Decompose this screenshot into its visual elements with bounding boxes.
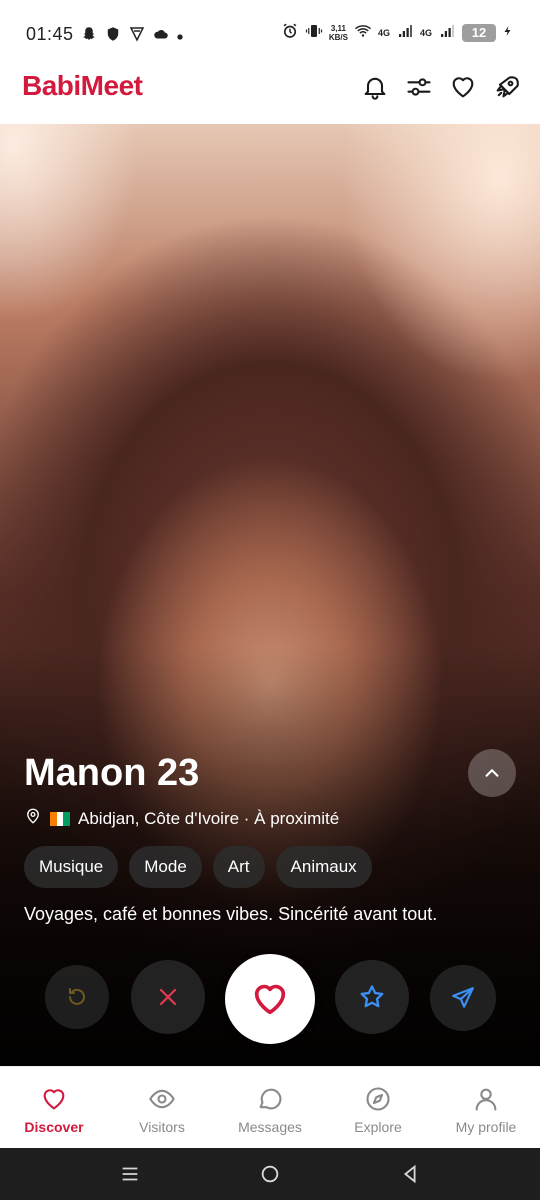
bottom-navigation: Discover Visitors Messages Explore My pr… (0, 1066, 540, 1148)
app-logo: BabiMeet (22, 70, 143, 101)
tag-chip[interactable]: Mode (129, 846, 202, 888)
location-pin-icon (24, 807, 42, 830)
user-icon (475, 1088, 497, 1111)
recent-apps-button[interactable] (110, 1154, 150, 1194)
nav-explore[interactable]: Explore (324, 1067, 432, 1148)
network-type-1: 4G (377, 27, 390, 38)
cloud-icon (152, 25, 170, 48)
status-time: 01:45 (26, 24, 74, 44)
star-icon (360, 985, 384, 1008)
photo-highlight (0, 124, 140, 324)
cote-divoire-flag-icon (50, 811, 71, 826)
network-speed-value: 3,11 (330, 23, 346, 33)
chat-bubble-icon (259, 1088, 282, 1110)
wifi-icon (354, 22, 372, 43)
profile-bio: Voyages, café et bonnes vibes. Sincérité… (24, 904, 438, 924)
nav-label: My profile (455, 1119, 517, 1135)
send-message-button[interactable] (430, 965, 496, 1031)
back-triangle-icon (403, 1164, 416, 1184)
location-text: Abidjan, Côte d'Ivoire · À proximité (78, 808, 340, 828)
dot-icon (176, 28, 184, 46)
nav-my-profile[interactable]: My profile (432, 1067, 540, 1148)
sliders-icon[interactable] (404, 72, 434, 102)
nav-label: Messages (238, 1119, 302, 1135)
photo-highlight (340, 124, 540, 384)
status-notification-icons (80, 25, 184, 48)
bell-icon[interactable] (360, 72, 390, 102)
rocket-icon[interactable] (492, 72, 522, 102)
profile-name-age: Manon 23 (24, 752, 200, 794)
app-header: BabiMeet (0, 64, 540, 124)
menu-icon (122, 1167, 138, 1181)
battery-level: 12 (471, 25, 487, 40)
nav-messages[interactable]: Messages (216, 1067, 324, 1148)
tag-chip[interactable]: Musique (24, 846, 119, 888)
chevron-up-icon (485, 769, 499, 777)
interest-tags: Musique Mode Art Animaux (24, 846, 372, 888)
network-speed: 3,11 KB/S (329, 24, 348, 42)
nav-label: Discover (24, 1119, 84, 1135)
battery-icon: 12 (462, 23, 496, 42)
home-circle-icon (261, 1165, 279, 1183)
like-button[interactable] (225, 954, 315, 1044)
tag-chip[interactable]: Art (212, 846, 265, 888)
signal-icon (438, 22, 456, 43)
heart-icon[interactable] (448, 72, 478, 102)
network-speed-unit: KB/S (328, 32, 348, 42)
status-bar: 01:45 3,11 KB/S 4G 4G 12 (0, 0, 540, 64)
vpn-icon (128, 25, 146, 48)
expand-profile-button[interactable] (468, 749, 516, 797)
signal-icon (396, 22, 414, 43)
network-type-2: 4G (419, 27, 432, 38)
nav-visitors[interactable]: Visitors (108, 1067, 216, 1148)
heart-icon (43, 1089, 65, 1110)
snapchat-icon (80, 25, 98, 48)
profile-card[interactable]: Manon 23 Abidjan, Côte d'Ivoire · À prox… (0, 124, 540, 1066)
dislike-button[interactable] (131, 960, 205, 1034)
heart-icon (254, 984, 286, 1015)
tag-chip[interactable]: Animaux (275, 846, 372, 888)
home-button[interactable] (250, 1154, 290, 1194)
undo-button[interactable] (45, 965, 109, 1029)
undo-icon (69, 988, 85, 1005)
header-actions (360, 72, 522, 102)
send-icon (452, 987, 474, 1008)
super-like-button[interactable] (335, 960, 409, 1034)
nav-discover[interactable]: Discover (0, 1067, 108, 1148)
compass-icon (366, 1087, 390, 1111)
close-icon (159, 988, 177, 1006)
status-system-icons: 3,11 KB/S 4G 4G 12 (281, 22, 514, 43)
vibrate-icon (305, 22, 323, 43)
shield-icon (104, 25, 122, 48)
profile-location: Abidjan, Côte d'Ivoire · À proximité (24, 807, 339, 830)
eye-icon (149, 1089, 175, 1109)
alarm-icon (281, 22, 299, 43)
charging-icon (502, 22, 514, 43)
system-navigation-bar (0, 1148, 540, 1200)
swipe-actions (0, 954, 540, 1050)
nav-label: Visitors (139, 1119, 185, 1135)
back-button[interactable] (390, 1154, 430, 1194)
nav-label: Explore (354, 1119, 402, 1135)
